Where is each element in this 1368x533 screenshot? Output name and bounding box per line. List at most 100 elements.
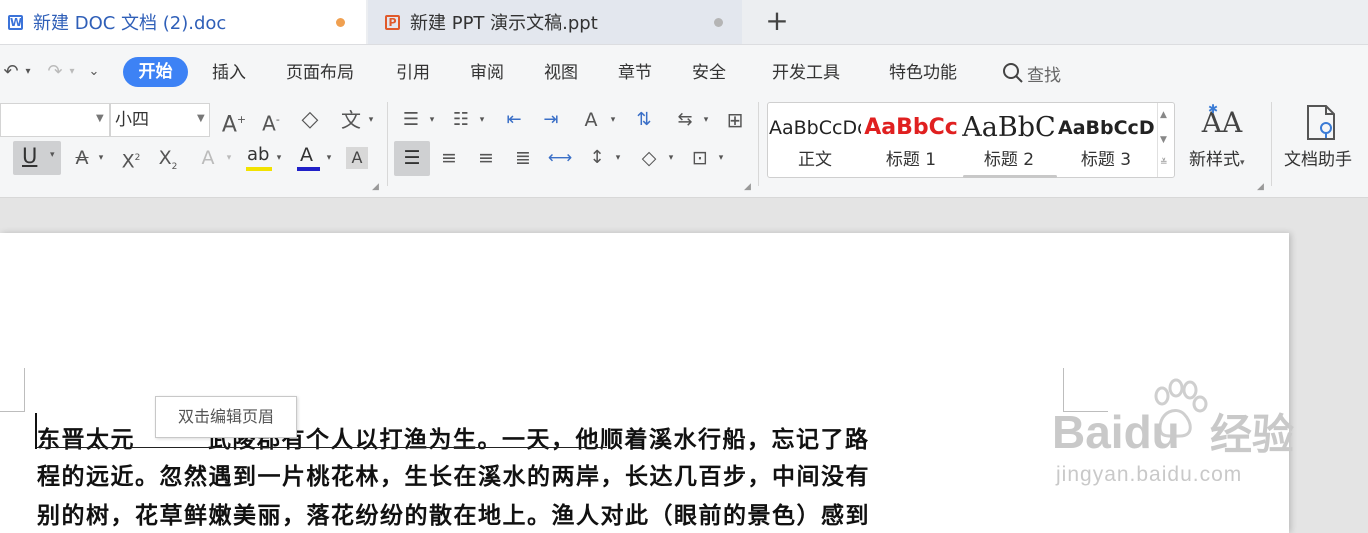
sort-icon[interactable]: ⇅	[631, 106, 657, 134]
redo-icon[interactable]: ↷	[44, 58, 66, 86]
chevron-down-icon[interactable]: ▾	[477, 106, 487, 134]
tab-doc[interactable]: W 新建 DOC 文档 (2).doc	[0, 0, 366, 44]
line-spacing-icon[interactable]: ↕	[584, 144, 610, 172]
doc-line-2[interactable]: 程的远近。忽然遇到一片桃花林，生长在溪水的两岸，长达几百步，中间没有	[37, 457, 870, 491]
doc-line-3[interactable]: 别的树，花草鲜嫩美丽，落花纷纷的散在地上。渔人对此（眼前的景色）感到	[37, 496, 870, 530]
tab-security[interactable]: 安全	[692, 59, 726, 87]
sparkle-icon: ✱	[1208, 102, 1219, 116]
word-doc-icon: W	[8, 14, 23, 30]
clear-format-icon[interactable]: ◇	[296, 106, 324, 134]
new-style-label: 新样式	[1189, 150, 1240, 170]
scroll-down-icon[interactable]: ▼	[1160, 135, 1167, 145]
chevron-down-icon[interactable]: ▾	[366, 106, 376, 134]
increase-font-icon[interactable]: A+	[221, 106, 247, 137]
shading-icon[interactable]: ◇	[636, 144, 662, 172]
search-button[interactable]: 查找	[1001, 59, 1061, 87]
phonetic-guide-icon[interactable]: 文	[338, 106, 364, 134]
char-shading-icon[interactable]: A	[346, 147, 368, 169]
style-heading3-label[interactable]: 标题 3	[1058, 148, 1154, 172]
style-heading1-sample[interactable]: AaBbCc	[864, 112, 958, 144]
tab-section[interactable]: 章节	[618, 59, 652, 87]
style-hover-indicator	[963, 175, 1057, 178]
chevron-down-icon[interactable]: ▾	[613, 144, 623, 172]
tab-ppt[interactable]: P 新建 PPT 演示文稿.ppt	[368, 0, 742, 44]
chevron-down-icon[interactable]: ▾	[274, 144, 284, 172]
highlight-icon: ab	[247, 144, 270, 165]
search-icon	[1003, 63, 1023, 83]
chevron-down-icon[interactable]: ▾	[701, 106, 711, 134]
style-heading1-label[interactable]: 标题 1	[864, 148, 958, 172]
chevron-down-icon[interactable]: ▾	[427, 106, 437, 134]
style-normal-label[interactable]: 正文	[769, 148, 861, 172]
tab-references[interactable]: 引用	[396, 59, 430, 87]
doc-line-1-start: 东晋太元	[37, 426, 135, 453]
chevron-down-icon[interactable]: ▾	[324, 144, 334, 172]
group-divider	[1271, 102, 1272, 186]
justify-icon[interactable]: ≣	[510, 144, 536, 172]
chevron-down-icon[interactable]: ▾	[608, 106, 618, 134]
tab-start[interactable]: 开始	[123, 57, 188, 87]
tab-doc-title: 新建 DOC 文档 (2).doc	[33, 13, 227, 34]
align-center-icon[interactable]: ≡	[436, 144, 462, 172]
style-heading2-label[interactable]: 标题 2	[960, 148, 1058, 172]
strikethrough-icon[interactable]: A	[70, 144, 94, 172]
chevron-down-icon[interactable]: ▾	[666, 144, 676, 172]
decrease-font-icon[interactable]: A-	[258, 106, 284, 136]
tab-special-features[interactable]: 特色功能	[889, 59, 957, 87]
group-divider	[758, 102, 759, 186]
new-style-icon[interactable]: AA	[1200, 104, 1244, 142]
doc-assistant-icon[interactable]	[1304, 104, 1338, 142]
align-left-icon[interactable]: ☰	[394, 141, 430, 176]
text-effect-icon[interactable]: A	[196, 144, 220, 172]
selection-underline	[37, 447, 607, 448]
new-tab-button[interactable]: +	[764, 6, 790, 36]
undo-icon[interactable]: ↶	[0, 58, 22, 86]
style-heading2-sample[interactable]: AaBbC	[960, 112, 1058, 144]
line-spacing-switch-icon[interactable]: ⇆	[672, 106, 698, 134]
distributed-align-icon[interactable]: ⟷	[547, 144, 573, 172]
scroll-up-icon[interactable]: ▲	[1160, 110, 1167, 120]
watermark-brand: Baidu	[1052, 406, 1180, 458]
chevron-down-icon[interactable]: ▾	[22, 58, 34, 86]
tab-insert[interactable]: 插入	[212, 59, 246, 87]
chevron-down-icon[interactable]: ▾	[96, 144, 106, 172]
customize-toolbar-icon[interactable]: ⌄	[84, 58, 104, 86]
group-divider	[387, 102, 388, 186]
font-dialog-launcher-icon[interactable]: ◢	[372, 182, 379, 192]
tab-view[interactable]: 视图	[544, 59, 578, 87]
tab-developer[interactable]: 开发工具	[772, 59, 840, 87]
superscript-icon[interactable]: X2	[118, 144, 144, 172]
font-color-button[interactable]: A	[296, 144, 322, 172]
decrease-indent-icon[interactable]: ⇤	[501, 106, 527, 134]
font-color-icon: A	[300, 144, 313, 166]
doc-assistant-label[interactable]: 文档助手	[1284, 148, 1352, 172]
chevron-down-icon[interactable]: ▾	[66, 58, 78, 86]
new-style-button[interactable]: 新样式▾	[1189, 148, 1245, 172]
font-name-select[interactable]	[0, 103, 110, 137]
styles-dialog-launcher-icon[interactable]: ◢	[1257, 182, 1264, 192]
chevron-down-icon: ▼	[96, 113, 104, 124]
style-heading3-sample[interactable]: AaBbCcD	[1058, 112, 1155, 144]
highlight-button[interactable]: ab	[245, 144, 273, 172]
text-direction-icon[interactable]: A	[578, 106, 604, 134]
underline-button[interactable]: U ▾	[13, 141, 61, 175]
numbered-list-icon[interactable]: ☷	[448, 106, 474, 134]
tab-page-layout[interactable]: 页面布局	[286, 59, 354, 87]
style-normal-sample[interactable]: AaBbCcDd	[769, 112, 861, 144]
table-grid-icon[interactable]: ⊞	[722, 106, 748, 134]
increase-indent-icon[interactable]: ⇥	[538, 106, 564, 134]
borders-icon[interactable]: ⊡	[687, 144, 713, 172]
tab-review[interactable]: 审阅	[470, 59, 504, 87]
tab-dot-icon	[714, 18, 723, 27]
font-size-select[interactable]: 小四	[110, 103, 210, 137]
align-right-icon[interactable]: ≡	[473, 144, 499, 172]
unsaved-dot-icon	[336, 18, 345, 27]
subscript-icon[interactable]: X2	[155, 144, 181, 172]
gallery-expand-icon[interactable]: ≚	[1160, 158, 1168, 168]
chevron-down-icon: ▾	[1240, 158, 1245, 168]
bullet-list-icon[interactable]: ☰	[398, 106, 424, 134]
chevron-down-icon[interactable]: ▾	[224, 144, 234, 172]
paragraph-dialog-launcher-icon[interactable]: ◢	[744, 182, 751, 192]
header-edit-tooltip: 双击编辑页眉	[155, 396, 297, 438]
chevron-down-icon[interactable]: ▾	[716, 144, 726, 172]
